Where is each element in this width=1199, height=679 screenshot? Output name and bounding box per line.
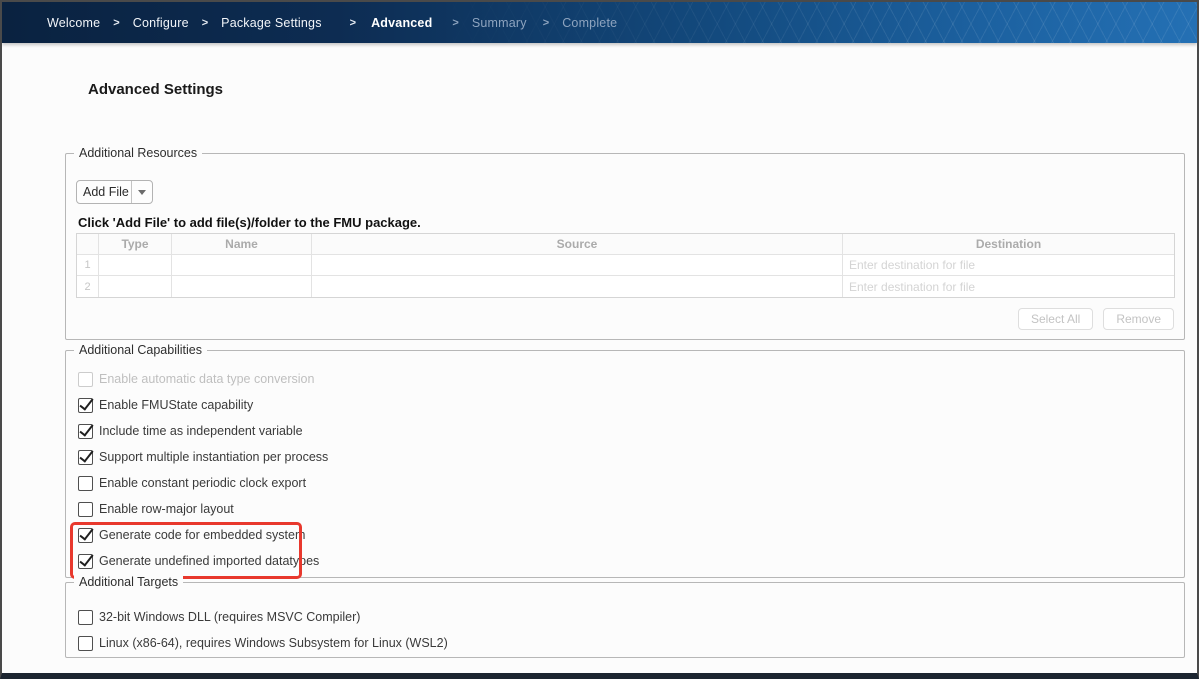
- table-actions: Select All Remove: [66, 308, 1174, 330]
- capabilities-list: Enable automatic data type conversion En…: [66, 351, 1184, 569]
- additional-resources-section: Additional Resources Add File Click 'Add…: [65, 153, 1185, 340]
- targets-list: 32-bit Windows DLL (requires MSVC Compil…: [66, 583, 1184, 651]
- type-cell[interactable]: [99, 255, 172, 276]
- source-cell[interactable]: [312, 255, 843, 276]
- checkbox-label: Support multiple instantiation per proce…: [99, 449, 328, 465]
- remove-button[interactable]: Remove: [1103, 308, 1174, 330]
- add-file-label: Add File: [77, 181, 131, 203]
- select-all-button[interactable]: Select All: [1018, 308, 1093, 330]
- checkbox-icon: [78, 502, 93, 517]
- column-header-source: Source: [312, 234, 843, 255]
- column-header-type: Type: [99, 234, 172, 255]
- checkbox-label: Enable FMUState capability: [99, 397, 253, 413]
- checkbox-icon: [78, 372, 93, 387]
- checkbox-icon: [78, 476, 93, 491]
- chevron-separator-icon: >: [543, 17, 549, 29]
- nav-step-configure[interactable]: Configure: [133, 16, 189, 30]
- checkbox-enable-row-major-layout[interactable]: Enable row-major layout: [78, 501, 234, 517]
- additional-capabilities-section: Additional Capabilities Enable automatic…: [65, 350, 1185, 578]
- nav-step-complete: Complete: [562, 16, 617, 30]
- chevron-down-icon: [138, 190, 146, 195]
- checkbox-label: Enable row-major layout: [99, 501, 234, 517]
- checkbox-linux-x86-64-wsl2[interactable]: Linux (x86-64), requires Windows Subsyst…: [78, 635, 448, 651]
- checkbox-label: Enable constant periodic clock export: [99, 475, 306, 491]
- checkbox-generate-code-for-embedded-system[interactable]: Generate code for embedded system: [78, 527, 305, 543]
- column-header-name: Name: [172, 234, 312, 255]
- checkbox-enable-automatic-data-type-conversion: Enable automatic data type conversion: [78, 371, 314, 387]
- checkbox-enable-fmustate-capability[interactable]: Enable FMUState capability: [78, 397, 253, 413]
- targets-legend: Additional Targets: [74, 575, 183, 590]
- content-area: Advanced Settings Additional Resources A…: [2, 43, 1197, 673]
- nav-step-summary: Summary: [472, 16, 527, 30]
- checkbox-label: Linux (x86-64), requires Windows Subsyst…: [99, 635, 448, 651]
- checkbox-label: Generate code for embedded system: [99, 527, 305, 543]
- checkbox-icon: [78, 528, 93, 543]
- name-cell[interactable]: [172, 255, 312, 276]
- chevron-separator-icon: >: [452, 17, 458, 29]
- nav-step-welcome[interactable]: Welcome: [47, 16, 100, 30]
- add-file-instruction: Click 'Add File' to add file(s)/folder t…: [78, 215, 1184, 231]
- add-file-button[interactable]: Add File: [76, 180, 153, 204]
- checkbox-icon: [78, 636, 93, 651]
- checkbox-icon: [78, 554, 93, 569]
- checkbox-icon: [78, 398, 93, 413]
- checkbox-icon: [78, 424, 93, 439]
- column-header-index: [77, 234, 99, 255]
- wizard-window: Welcome > Configure > Package Settings >…: [0, 0, 1199, 679]
- checkbox-icon: [78, 450, 93, 465]
- resources-legend: Additional Resources: [74, 146, 202, 161]
- checkbox-label: Enable automatic data type conversion: [99, 371, 314, 387]
- row-index[interactable]: 2: [77, 276, 99, 297]
- checkbox-label: 32-bit Windows DLL (requires MSVC Compil…: [99, 609, 360, 625]
- resources-table: Type Name Source Destination 1 2: [76, 233, 1175, 298]
- checkbox-enable-constant-periodic-clock-export[interactable]: Enable constant periodic clock export: [78, 475, 306, 491]
- checkbox-32-bit-windows-dll[interactable]: 32-bit Windows DLL (requires MSVC Compil…: [78, 609, 360, 625]
- table-header-row: Type Name Source Destination: [77, 234, 1174, 255]
- destination-input[interactable]: [843, 276, 1174, 297]
- checkbox-generate-undefined-imported-datatypes[interactable]: Generate undefined imported datatypes: [78, 553, 319, 569]
- source-cell[interactable]: [312, 276, 843, 297]
- checkbox-icon: [78, 610, 93, 625]
- capabilities-legend: Additional Capabilities: [74, 343, 207, 358]
- nav-step-advanced[interactable]: Advanced: [371, 16, 432, 30]
- destination-cell: [843, 276, 1174, 297]
- name-cell[interactable]: [172, 276, 312, 297]
- add-file-dropdown-toggle[interactable]: [131, 181, 152, 203]
- chevron-separator-icon: >: [202, 17, 208, 29]
- chevron-separator-icon: >: [113, 17, 119, 29]
- checkbox-label: Include time as independent variable: [99, 423, 303, 439]
- checkbox-include-time-as-independent-variable[interactable]: Include time as independent variable: [78, 423, 303, 439]
- checkbox-support-multiple-instantiation-per-process[interactable]: Support multiple instantiation per proce…: [78, 449, 328, 465]
- table-row: 2: [77, 276, 1174, 297]
- chevron-separator-icon: >: [350, 17, 356, 29]
- additional-targets-section: Additional Targets 32-bit Windows DLL (r…: [65, 582, 1185, 658]
- row-index[interactable]: 1: [77, 255, 99, 276]
- checkbox-label: Generate undefined imported datatypes: [99, 553, 319, 569]
- page-title: Advanced Settings: [88, 81, 1197, 99]
- column-header-destination: Destination: [843, 234, 1174, 255]
- nav-step-package-settings[interactable]: Package Settings: [221, 16, 321, 30]
- wizard-nav: Welcome > Configure > Package Settings >…: [2, 2, 1197, 43]
- table-row: 1: [77, 255, 1174, 276]
- destination-cell: [843, 255, 1174, 276]
- destination-input[interactable]: [843, 255, 1174, 275]
- type-cell[interactable]: [99, 276, 172, 297]
